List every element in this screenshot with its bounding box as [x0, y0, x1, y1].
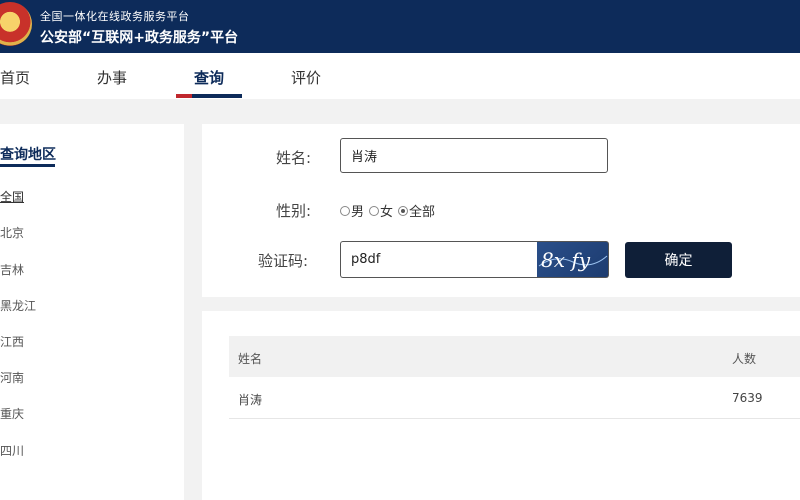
captcha-image[interactable]: 8x fy [537, 241, 609, 278]
nav-item-home[interactable]: 首页 [0, 67, 30, 88]
gender-option-female-label[interactable]: 女 [380, 201, 393, 220]
gender-option-male-label[interactable]: 男 [351, 201, 364, 220]
name-input[interactable] [340, 138, 608, 173]
captcha-image-graphic: 8x fy [538, 248, 608, 272]
column-header-name: 姓名 [238, 352, 263, 366]
nav-item-evaluate[interactable]: 评价 [291, 67, 321, 88]
active-tab-indicator [176, 94, 242, 98]
nav-item-query[interactable]: 查询 [194, 67, 224, 88]
sidebar-item-sichuan[interactable]: 四川 [0, 442, 24, 459]
column-header-count: 人数 [732, 352, 757, 366]
sidebar-item-jilin[interactable]: 吉林 [0, 261, 24, 278]
sidebar-item-jiangxi[interactable]: 江西 [0, 333, 24, 350]
gender-radio-male[interactable] [340, 205, 350, 216]
header-title: 公安部“互联网+政务服务”平台 [40, 30, 239, 46]
confirm-button[interactable]: 确定 [625, 242, 732, 278]
results-panel: 姓名 人数 肖涛 7639 [202, 311, 800, 500]
captcha-label: 验证码: [258, 252, 309, 270]
gender-radio-female[interactable] [369, 205, 380, 216]
row-count-cell: 7639 [732, 391, 763, 405]
sidebar-title: 查询地区 [0, 147, 56, 163]
sidebar-item-chongqing[interactable]: 重庆 [0, 405, 24, 422]
main-nav: 首页 办事 查询 评价 [0, 53, 800, 99]
query-form: 姓名: 性别: 男 女 全部 验证码: 8x fy 确定 [202, 124, 800, 297]
sidebar-item-heilongjiang[interactable]: 黑龙江 [0, 297, 36, 314]
results-table-header: 姓名 人数 [229, 336, 800, 377]
gender-label: 性别: [276, 202, 312, 220]
gender-radio-group: 男 女 全部 [340, 201, 440, 220]
sidebar-item-beijing[interactable]: 北京 [0, 224, 24, 241]
gender-option-all-label[interactable]: 全部 [409, 201, 435, 220]
header-subtitle: 全国一体化在线政务服务平台 [40, 10, 190, 23]
sidebar-item-henan[interactable]: 河南 [0, 369, 24, 386]
region-sidebar: 查询地区 全国 北京 吉林 黑龙江 江西 河南 重庆 四川 [0, 124, 184, 500]
captcha-text: 8x fy [541, 248, 591, 272]
gender-radio-all[interactable] [398, 205, 409, 216]
row-name-cell: 肖涛 [238, 393, 263, 407]
nav-item-services[interactable]: 办事 [97, 67, 127, 88]
table-row: 肖涛 7639 [229, 377, 800, 419]
sidebar-title-underline [0, 164, 55, 167]
police-emblem-logo [0, 2, 32, 46]
site-header: 全国一体化在线政务服务平台 公安部“互联网+政务服务”平台 [0, 0, 800, 53]
name-label: 姓名: [276, 149, 312, 167]
sidebar-item-national[interactable]: 全国 [0, 188, 24, 205]
captcha-input[interactable] [340, 241, 538, 278]
